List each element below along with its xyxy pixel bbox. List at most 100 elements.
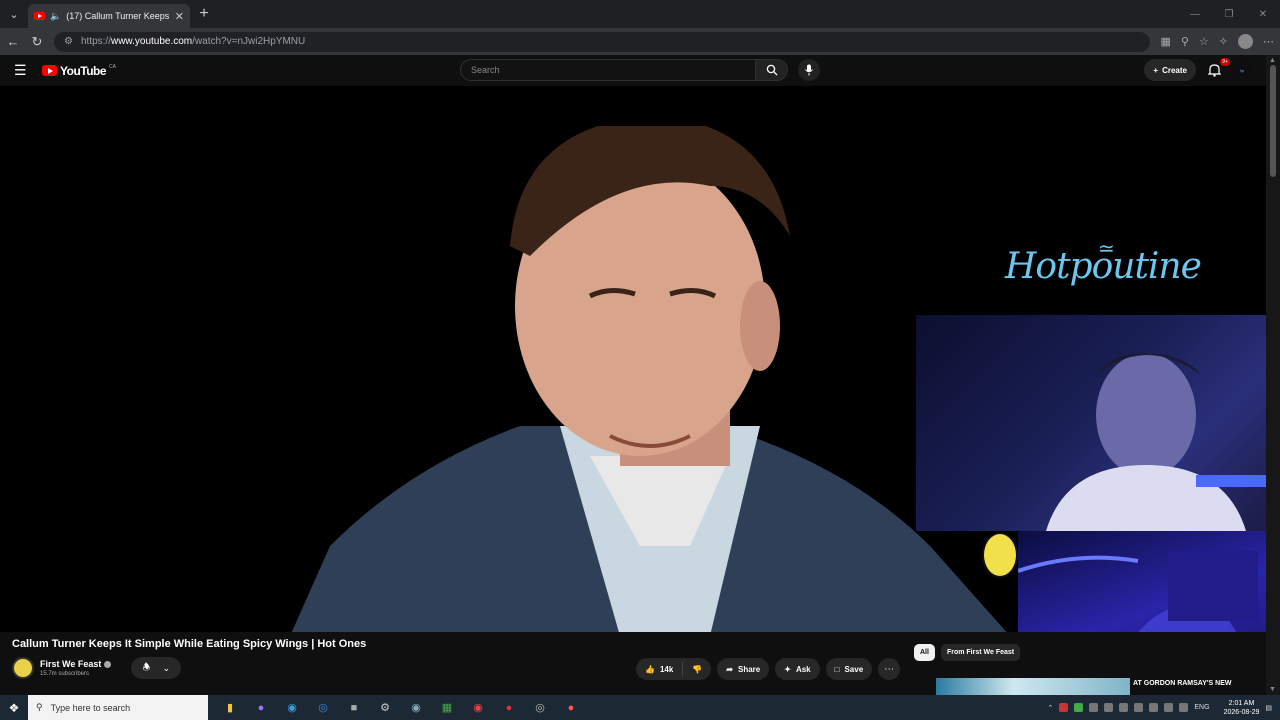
share-button[interactable]: ➦ Share <box>717 658 770 680</box>
discord-app-icon[interactable]: ● <box>251 698 271 718</box>
browser-menu-icon[interactable]: ⋯ <box>1263 35 1274 48</box>
chip-all[interactable]: All <box>914 644 935 661</box>
taskbar-apps: ▮ ● ◉ ◎ ■ ⚙ ◉ ▦ ◉ ● ◎ ● <box>220 698 581 718</box>
minimize-icon[interactable]: — <box>1178 0 1212 28</box>
browser-tab[interactable]: 🔈 (17) Callum Turner Keeps It Si ✕ <box>28 4 190 28</box>
account-avatar[interactable]: hp <box>1232 60 1252 80</box>
taskbar-search-icon: ⚲ <box>36 702 43 712</box>
recommended-video-title[interactable]: AT GORDON RAMSAY'S NEW <box>1133 679 1263 688</box>
back-arrow-icon[interactable]: ← <box>6 34 20 49</box>
tray-app-icon[interactable] <box>1074 703 1084 712</box>
url-text: https://www.youtube.com/watch?v=nJwi2HpY… <box>80 36 306 47</box>
tray-app-icon[interactable] <box>1149 703 1159 712</box>
language-indicator[interactable]: ENG <box>1194 704 1209 711</box>
window-controls: — ❐ ✕ <box>1178 0 1280 28</box>
youtube-logo[interactable]: YouTube CA <box>42 64 116 78</box>
clock-time: 2:01 AM <box>1228 699 1255 707</box>
apps-icon[interactable]: ▦ <box>1160 35 1170 48</box>
settings-gear-icon[interactable]: ⚙ <box>375 698 395 718</box>
tray-app-icon[interactable] <box>1134 703 1144 712</box>
share-label: Share <box>738 664 761 674</box>
webcam-overlay-top <box>916 315 1266 531</box>
hamburger-menu-icon[interactable]: ☰ <box>14 62 34 79</box>
app-icon-gray[interactable]: ◎ <box>530 698 550 718</box>
extensions-icon[interactable]: ✧ <box>1219 35 1228 48</box>
chip-from-channel[interactable]: From First We Feast <box>940 644 1021 661</box>
subscribed-notify-button[interactable]: 🕭 ⌄ <box>131 657 182 679</box>
channel-name[interactable]: First We Feast <box>40 659 101 669</box>
file-explorer-icon[interactable]: ▮ <box>220 698 240 718</box>
youtube-header: ☰ YouTube CA + Create 9+ hp <box>0 55 1266 86</box>
browser-toolbar-right: ▦ ⚲ ☆ ✧ ⋯ <box>1160 34 1274 49</box>
channel-info: First We Feast 15.7m subscribers <box>40 659 112 677</box>
favorite-star-icon[interactable]: ☆ <box>1199 35 1209 48</box>
app-icon-blue[interactable]: ◎ <box>313 698 333 718</box>
steam-app-icon[interactable]: ◉ <box>406 698 426 718</box>
scroll-up-icon[interactable]: ▲ <box>1269 57 1276 64</box>
recording-app-icon[interactable]: ● <box>499 698 519 718</box>
system-tray: ⌃ ENG 2:01 AM 2026-08-29 ▤ <box>1048 699 1280 717</box>
subscriber-count: 15.7m subscribers <box>40 671 90 677</box>
tray-app-icon[interactable] <box>1089 703 1099 712</box>
windows-start-icon[interactable]: ❖ <box>0 701 28 715</box>
app-icon-red[interactable]: ● <box>561 698 581 718</box>
spreadsheet-app-icon[interactable]: ▦ <box>437 698 457 718</box>
youtube-favicon-icon <box>34 12 45 20</box>
site-info-icon[interactable]: ⚙ <box>64 36 73 47</box>
recommended-video-thumbnail[interactable] <box>936 678 1130 695</box>
youtube-wordmark: YouTube <box>60 63 107 78</box>
bell-icon <box>1207 64 1221 77</box>
refresh-icon[interactable]: ↻ <box>30 34 44 50</box>
tray-app-icon[interactable] <box>1119 703 1129 712</box>
like-button[interactable]: 👍 14k <box>636 665 682 674</box>
thumbs-down-icon: 👎 <box>692 664 703 674</box>
scroll-down-icon[interactable]: ▼ <box>1269 686 1276 693</box>
taskbar-clock[interactable]: 2:01 AM 2026-08-29 <box>1224 699 1260 717</box>
sparkle-icon: ✦ <box>784 664 791 674</box>
tab-search-icon[interactable]: ⌄ <box>0 0 28 28</box>
tray-app-icon[interactable] <box>1059 703 1069 712</box>
notifications-center-icon[interactable]: ▤ <box>1265 704 1272 712</box>
tray-expand-icon[interactable]: ⌃ <box>1048 704 1054 712</box>
profile-avatar[interactable] <box>1238 34 1253 49</box>
close-tab-icon[interactable]: ✕ <box>175 10 184 23</box>
video-player[interactable]: ≃ Hotpoutine <box>0 86 1266 632</box>
scrollbar-thumb[interactable] <box>1270 65 1276 177</box>
chrome-browser-icon[interactable]: ◉ <box>468 698 488 718</box>
more-dots-icon: ⋯ <box>884 663 895 675</box>
new-tab-button[interactable]: + <box>190 5 218 23</box>
channel-name-row[interactable]: First We Feast <box>40 659 112 669</box>
volume-icon[interactable] <box>1179 703 1189 712</box>
chevron-down-icon: ⌄ <box>162 662 171 673</box>
maximize-icon[interactable]: ❐ <box>1212 0 1246 28</box>
search-button[interactable] <box>756 59 788 81</box>
related-filter-chips: All From First We Feast <box>914 644 1021 661</box>
page-scrollbar[interactable]: ▲ ▼ <box>1266 55 1280 695</box>
dislike-button[interactable]: 👎 <box>683 665 711 674</box>
url-field[interactable]: ⚙ https://www.youtube.com/watch?v=nJwi2H… <box>54 31 1151 52</box>
bell-outline-icon: 🕭 <box>142 662 151 672</box>
ask-button[interactable]: ✦ Ask <box>775 658 820 680</box>
video-frame-person <box>291 126 1007 632</box>
search-input[interactable] <box>460 59 756 81</box>
tray-app-icon[interactable] <box>1104 703 1114 712</box>
taskbar-search-box[interactable]: ⚲ Type here to search <box>28 695 208 720</box>
more-actions-button[interactable]: ⋯ <box>878 658 901 680</box>
search-bar <box>460 59 820 81</box>
video-actions: 👍 14k 👎 ➦ Share ✦ Ask □ Save ⋯ <box>636 658 901 680</box>
bookmark-icon: □ <box>834 664 840 674</box>
network-icon[interactable] <box>1164 703 1174 712</box>
app-icon-dark[interactable]: ■ <box>344 698 364 718</box>
close-window-icon[interactable]: ✕ <box>1246 0 1280 28</box>
edge-browser-icon[interactable]: ◉ <box>282 698 302 718</box>
speaker-icon[interactable]: 🔈 <box>50 11 61 22</box>
channel-avatar[interactable] <box>12 657 34 679</box>
notifications-button[interactable]: 9+ <box>1206 58 1230 78</box>
voice-search-button[interactable] <box>798 59 820 81</box>
zoom-icon[interactable]: ⚲ <box>1181 35 1189 48</box>
create-button[interactable]: + Create <box>1144 59 1196 81</box>
address-bar-row: ← ↻ ⚙ https://www.youtube.com/watch?v=nJ… <box>0 28 1280 55</box>
notification-badge: 9+ <box>1220 58 1230 66</box>
save-button[interactable]: □ Save <box>825 658 873 680</box>
mascot-sticker <box>982 532 1018 578</box>
